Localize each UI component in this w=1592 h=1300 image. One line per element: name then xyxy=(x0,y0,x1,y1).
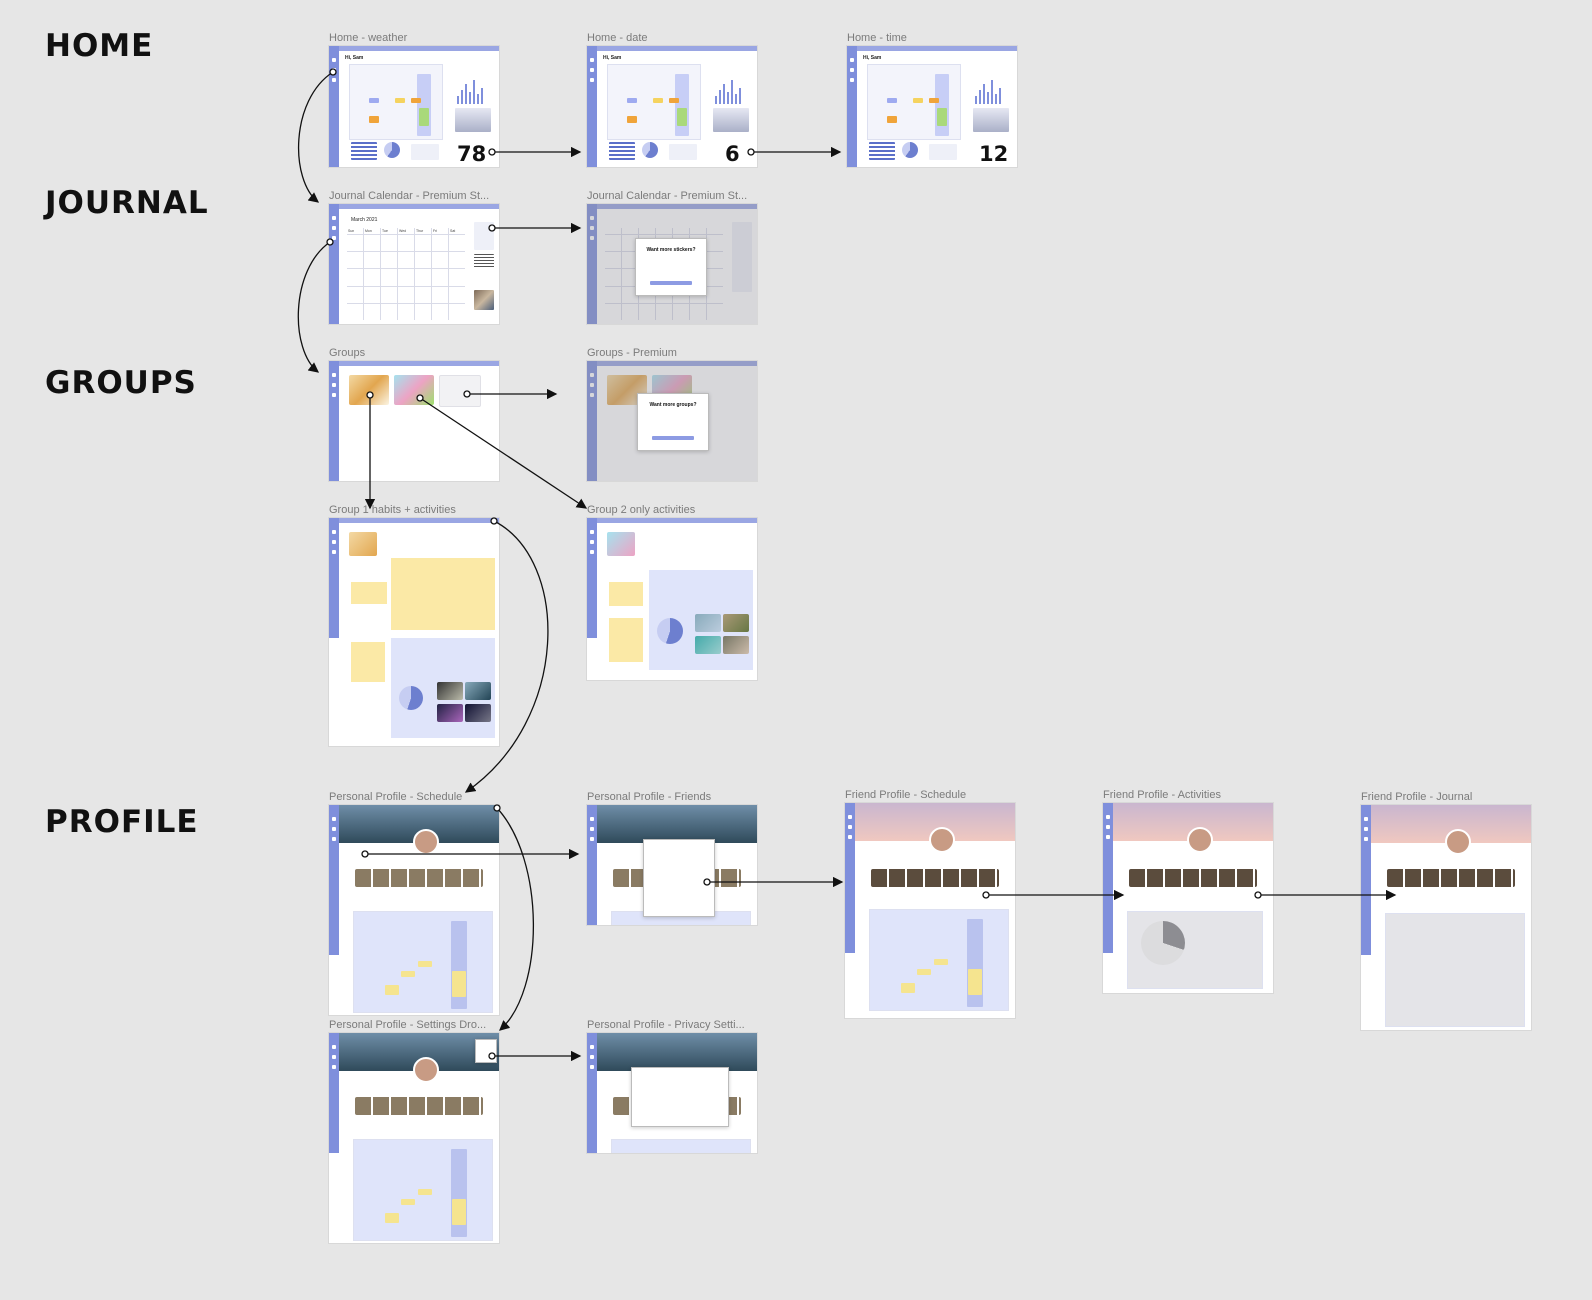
frame-home-time[interactable]: Hi, Sam 12 xyxy=(847,46,1017,167)
upgrade-button[interactable] xyxy=(650,281,692,285)
frame-personal-settings[interactable] xyxy=(329,1033,499,1243)
add-group-card[interactable] xyxy=(439,375,481,407)
journal-month: March 2021 xyxy=(351,217,378,223)
frame-title-groups: Groups xyxy=(329,347,366,359)
frame-title-group1: Group 1 habits + activities xyxy=(329,504,456,516)
frame-group1[interactable] xyxy=(329,518,499,746)
frame-title-friend-journal: Friend Profile - Journal xyxy=(1361,791,1473,803)
date-value: 6 xyxy=(725,142,740,166)
frame-title-personal-schedule: Personal Profile - Schedule xyxy=(329,791,463,803)
frame-title-friend-schedule: Friend Profile - Schedule xyxy=(845,789,967,801)
connector-home-to-journal xyxy=(297,71,334,203)
frame-sidebar xyxy=(329,46,339,167)
modal-title: Want more groups? xyxy=(649,402,697,408)
groups-upsell-modal[interactable]: Want more groups? xyxy=(637,393,709,451)
connector-schedule-to-settings xyxy=(496,807,534,1031)
stickers-upsell-modal[interactable]: Want more stickers? xyxy=(635,238,707,296)
frame-home-weather[interactable]: Hi, Sam 78 xyxy=(329,46,499,167)
weather-temperature: 78 xyxy=(457,142,487,166)
weather-bar-chart xyxy=(457,76,483,104)
greeting-text: Hi, Sam xyxy=(345,55,364,61)
frame-title-home-time: Home - time xyxy=(847,32,907,44)
frame-personal-schedule[interactable] xyxy=(329,805,499,1015)
greeting-text: Hi, Sam xyxy=(603,55,622,61)
frame-friend-activities[interactable] xyxy=(1103,803,1273,993)
group-challenges xyxy=(391,558,495,630)
frame-journal-calendar[interactable]: March 2021 Sun Mon Tue Wed Thur Fri Sat xyxy=(329,204,499,324)
frame-title-personal-settings: Personal Profile - Settings Dro... xyxy=(329,1019,487,1031)
frame-groups-premium[interactable]: Want more groups? xyxy=(587,361,757,481)
section-label-journal: JOURNAL xyxy=(45,185,209,221)
friends-list-modal[interactable] xyxy=(643,839,715,917)
settings-dropdown[interactable] xyxy=(475,1039,497,1063)
section-label-groups: GROUPS xyxy=(45,365,197,401)
frame-title-home-date: Home - date xyxy=(587,32,648,44)
frame-title-personal-privacy: Personal Profile - Privacy Setti... xyxy=(587,1019,745,1031)
upgrade-button[interactable] xyxy=(652,436,694,440)
frame-title-home-weather: Home - weather xyxy=(329,32,408,44)
frame-groups[interactable] xyxy=(329,361,499,481)
frame-title-personal-friends: Personal Profile - Friends xyxy=(587,791,712,803)
group-card-1[interactable] xyxy=(349,375,389,405)
journal-calendar-grid: Sun Mon Tue Wed Thur Fri Sat xyxy=(347,228,465,320)
greeting-text: Hi, Sam xyxy=(863,55,882,61)
privacy-settings-modal[interactable] xyxy=(631,1067,729,1127)
frame-home-date[interactable]: Hi, Sam 6 xyxy=(587,46,757,167)
modal-title: Want more stickers? xyxy=(646,247,696,253)
frame-title-group2: Group 2 only activities xyxy=(587,504,696,516)
frame-friend-journal[interactable] xyxy=(1361,805,1531,1030)
frame-journal-calendar-modal[interactable]: Want more stickers? xyxy=(587,204,757,324)
section-label-home: HOME xyxy=(45,28,154,64)
frame-group2[interactable] xyxy=(587,518,757,680)
frame-title-friend-activities: Friend Profile - Activities xyxy=(1103,789,1221,801)
frame-title-journal-calendar: Journal Calendar - Premium St... xyxy=(329,190,490,202)
frame-friend-schedule[interactable] xyxy=(845,803,1015,1018)
section-label-profile: PROFILE xyxy=(45,804,199,840)
frame-personal-friends[interactable] xyxy=(587,805,757,925)
connector-journal-to-groups xyxy=(297,241,331,373)
time-value: 12 xyxy=(979,142,1009,166)
flow-connectors xyxy=(297,68,1397,1062)
frame-title-groups-premium: Groups - Premium xyxy=(587,347,677,359)
group-card-2[interactable] xyxy=(394,375,434,405)
frame-title-journal-calendar-modal: Journal Calendar - Premium St... xyxy=(587,190,748,202)
frame-topbar xyxy=(329,46,499,51)
frame-personal-privacy[interactable] xyxy=(587,1033,757,1153)
